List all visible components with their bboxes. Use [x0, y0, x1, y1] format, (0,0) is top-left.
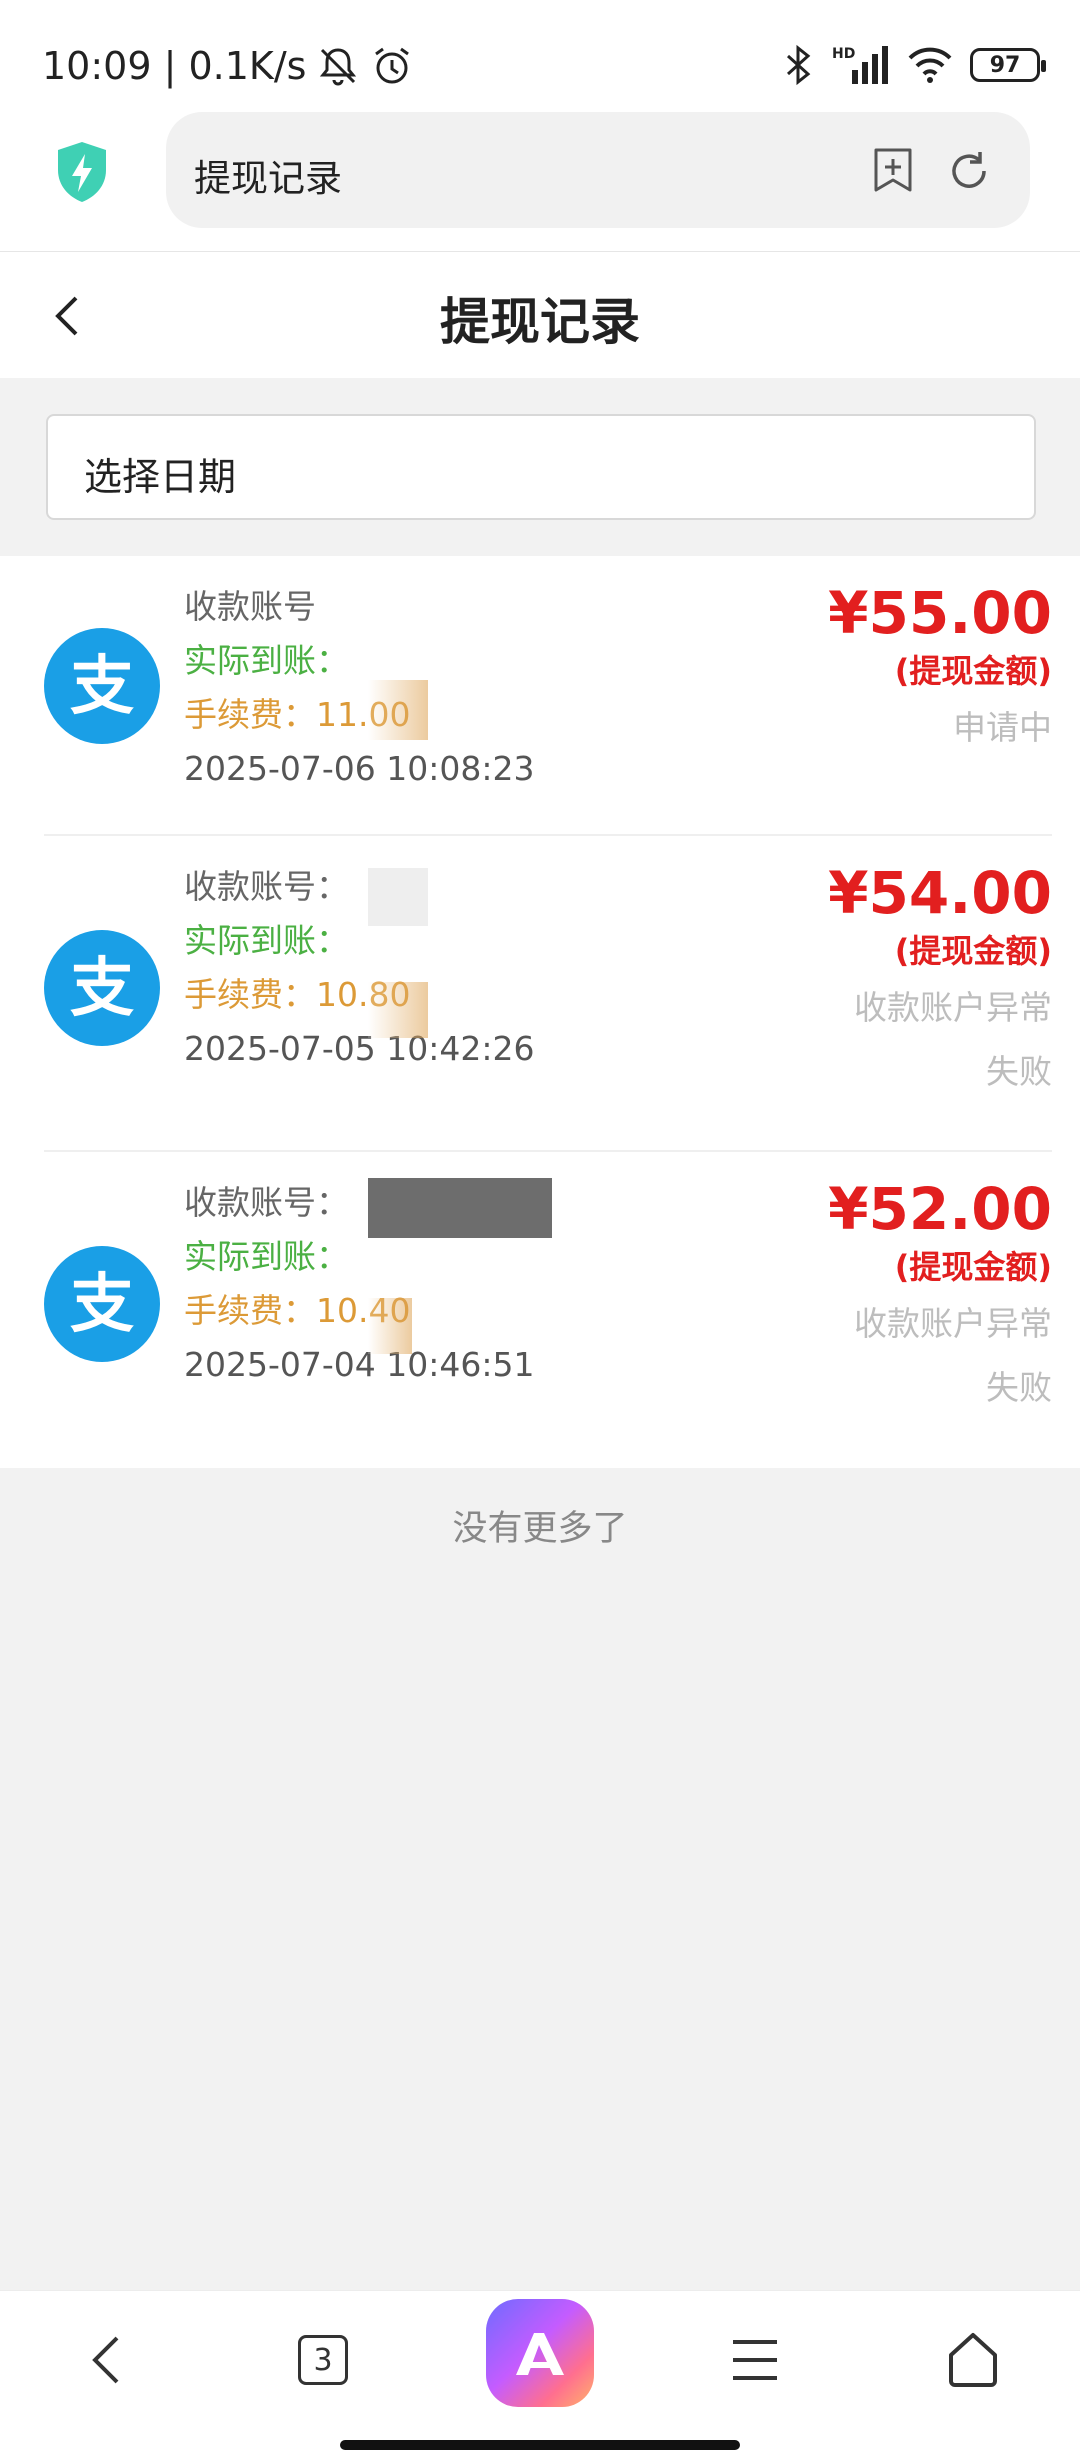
actual-received-label: 实际到账： [184, 921, 349, 960]
fee-text: 手续费：10.80 [184, 975, 411, 1014]
redaction-blur [368, 680, 428, 740]
svg-text:支: 支 [70, 650, 134, 724]
svg-text:HD: HD [832, 46, 855, 62]
home-indicator [340, 2440, 740, 2450]
shield-bolt-icon[interactable] [54, 140, 110, 204]
withdraw-amount-label: (提现金额) [894, 1248, 1052, 1286]
redaction-block [368, 1178, 552, 1238]
redaction-block [368, 868, 428, 926]
status-right: HD 97 [784, 44, 1046, 86]
menu-button[interactable] [720, 2325, 790, 2395]
alipay-icon: 支 [44, 930, 160, 1046]
record-status: 收款账户异常 [854, 988, 1052, 1027]
home-icon [949, 2333, 997, 2387]
withdrawal-record[interactable]: 支 收款账号 实际到账： 手续费：11.00 2025-07-06 10:08:… [44, 556, 1052, 836]
clock-speed: 10:09 | 0.1K/s [42, 44, 307, 88]
amount-column: ¥54.00 (提现金额) 收款账户异常 失败 [828, 860, 1052, 1104]
fee-text: 手续费：11.00 [184, 695, 411, 734]
alarm-icon [375, 47, 410, 84]
browser-toolbar: 提现记录 [0, 100, 1080, 252]
reload-icon[interactable] [946, 148, 992, 194]
page-header: 提现记录 [0, 252, 1080, 378]
no-more-text: 没有更多了 [452, 1509, 628, 1549]
withdraw-amount-label: (提现金额) [894, 652, 1052, 690]
date-picker-input[interactable]: 选择日期 [46, 414, 1036, 520]
back-arrow-icon [92, 2336, 119, 2384]
battery-level: 97 [989, 52, 1021, 78]
status-left: 10:09 | 0.1K/s [42, 44, 414, 88]
withdraw-amount-label: (提现金额) [894, 932, 1052, 970]
withdraw-amount: ¥55.00 [828, 579, 1052, 647]
tab-count-icon: 3 [298, 2335, 348, 2385]
page-title: 提现记录 [440, 293, 640, 351]
redaction-blur [368, 1298, 412, 1354]
record-result: 失败 [986, 1052, 1052, 1091]
home-button[interactable] [938, 2325, 1008, 2395]
menu-icon [733, 2340, 777, 2380]
amount-column: ¥55.00 (提现金额) 申请中 [828, 580, 1052, 760]
tabs-button[interactable]: 3 [288, 2325, 358, 2395]
fee-text: 手续费：10.40 [184, 1291, 411, 1330]
account-label: 收款账号： [184, 867, 349, 906]
battery-icon: 97 [970, 48, 1046, 82]
record-status: 收款账户异常 [854, 1304, 1052, 1343]
amount-column: ¥52.00 (提现金额) 收款账户异常 失败 [828, 1176, 1052, 1420]
alipay-icon: 支 [44, 628, 160, 744]
bell-off-icon [320, 48, 357, 86]
svg-text:支: 支 [70, 952, 134, 1026]
actual-received-label: 实际到账： [184, 1237, 349, 1276]
withdraw-amount: ¥52.00 [828, 1175, 1052, 1243]
withdrawal-record[interactable]: 支 收款账号： 实际到账： 手续费：10.80 2025-07-05 10:42… [44, 836, 1052, 1152]
withdrawal-list: 支 收款账号 实际到账： 手续费：11.00 2025-07-06 10:08:… [0, 556, 1080, 1468]
actual-received-label: 实际到账： [184, 641, 349, 680]
account-label: 收款账号 [184, 587, 316, 626]
date-filter-area: 选择日期 [0, 378, 1080, 556]
bluetooth-icon [786, 44, 811, 86]
nav-back-button[interactable] [72, 2325, 142, 2395]
address-bar[interactable]: 提现记录 [166, 112, 1030, 228]
address-bar-title: 提现记录 [194, 157, 342, 200]
ai-logo-icon [516, 2333, 564, 2375]
record-time: 2025-07-06 10:08:23 [184, 749, 535, 788]
record-info: 收款账号： 实际到账： 手续费：10.80 2025-07-05 10:42:2… [184, 860, 534, 1076]
wifi-icon [908, 47, 952, 83]
record-info: 收款账号 实际到账： 手续费：11.00 2025-07-06 10:08:23 [184, 580, 534, 796]
alipay-icon: 支 [44, 1246, 160, 1362]
redaction-blur [368, 982, 428, 1038]
add-bookmark-icon[interactable] [870, 146, 916, 194]
record-status: 申请中 [953, 708, 1052, 747]
withdrawal-record[interactable]: 支 收款账号： 实际到账： 手续费：10.40 2025-07-04 10:46… [44, 1152, 1052, 1468]
record-time: 2025-07-04 10:46:51 [184, 1345, 535, 1384]
record-result: 失败 [986, 1368, 1052, 1407]
cell-signal-icon: HD [832, 46, 888, 84]
date-picker-placeholder: 选择日期 [84, 455, 237, 499]
svg-text:支: 支 [70, 1268, 134, 1342]
withdraw-amount: ¥54.00 [828, 859, 1052, 927]
record-time: 2025-07-05 10:42:26 [184, 1029, 535, 1068]
ai-assistant-button[interactable] [486, 2299, 594, 2407]
bottom-navigation: 3 [0, 2290, 1080, 2460]
